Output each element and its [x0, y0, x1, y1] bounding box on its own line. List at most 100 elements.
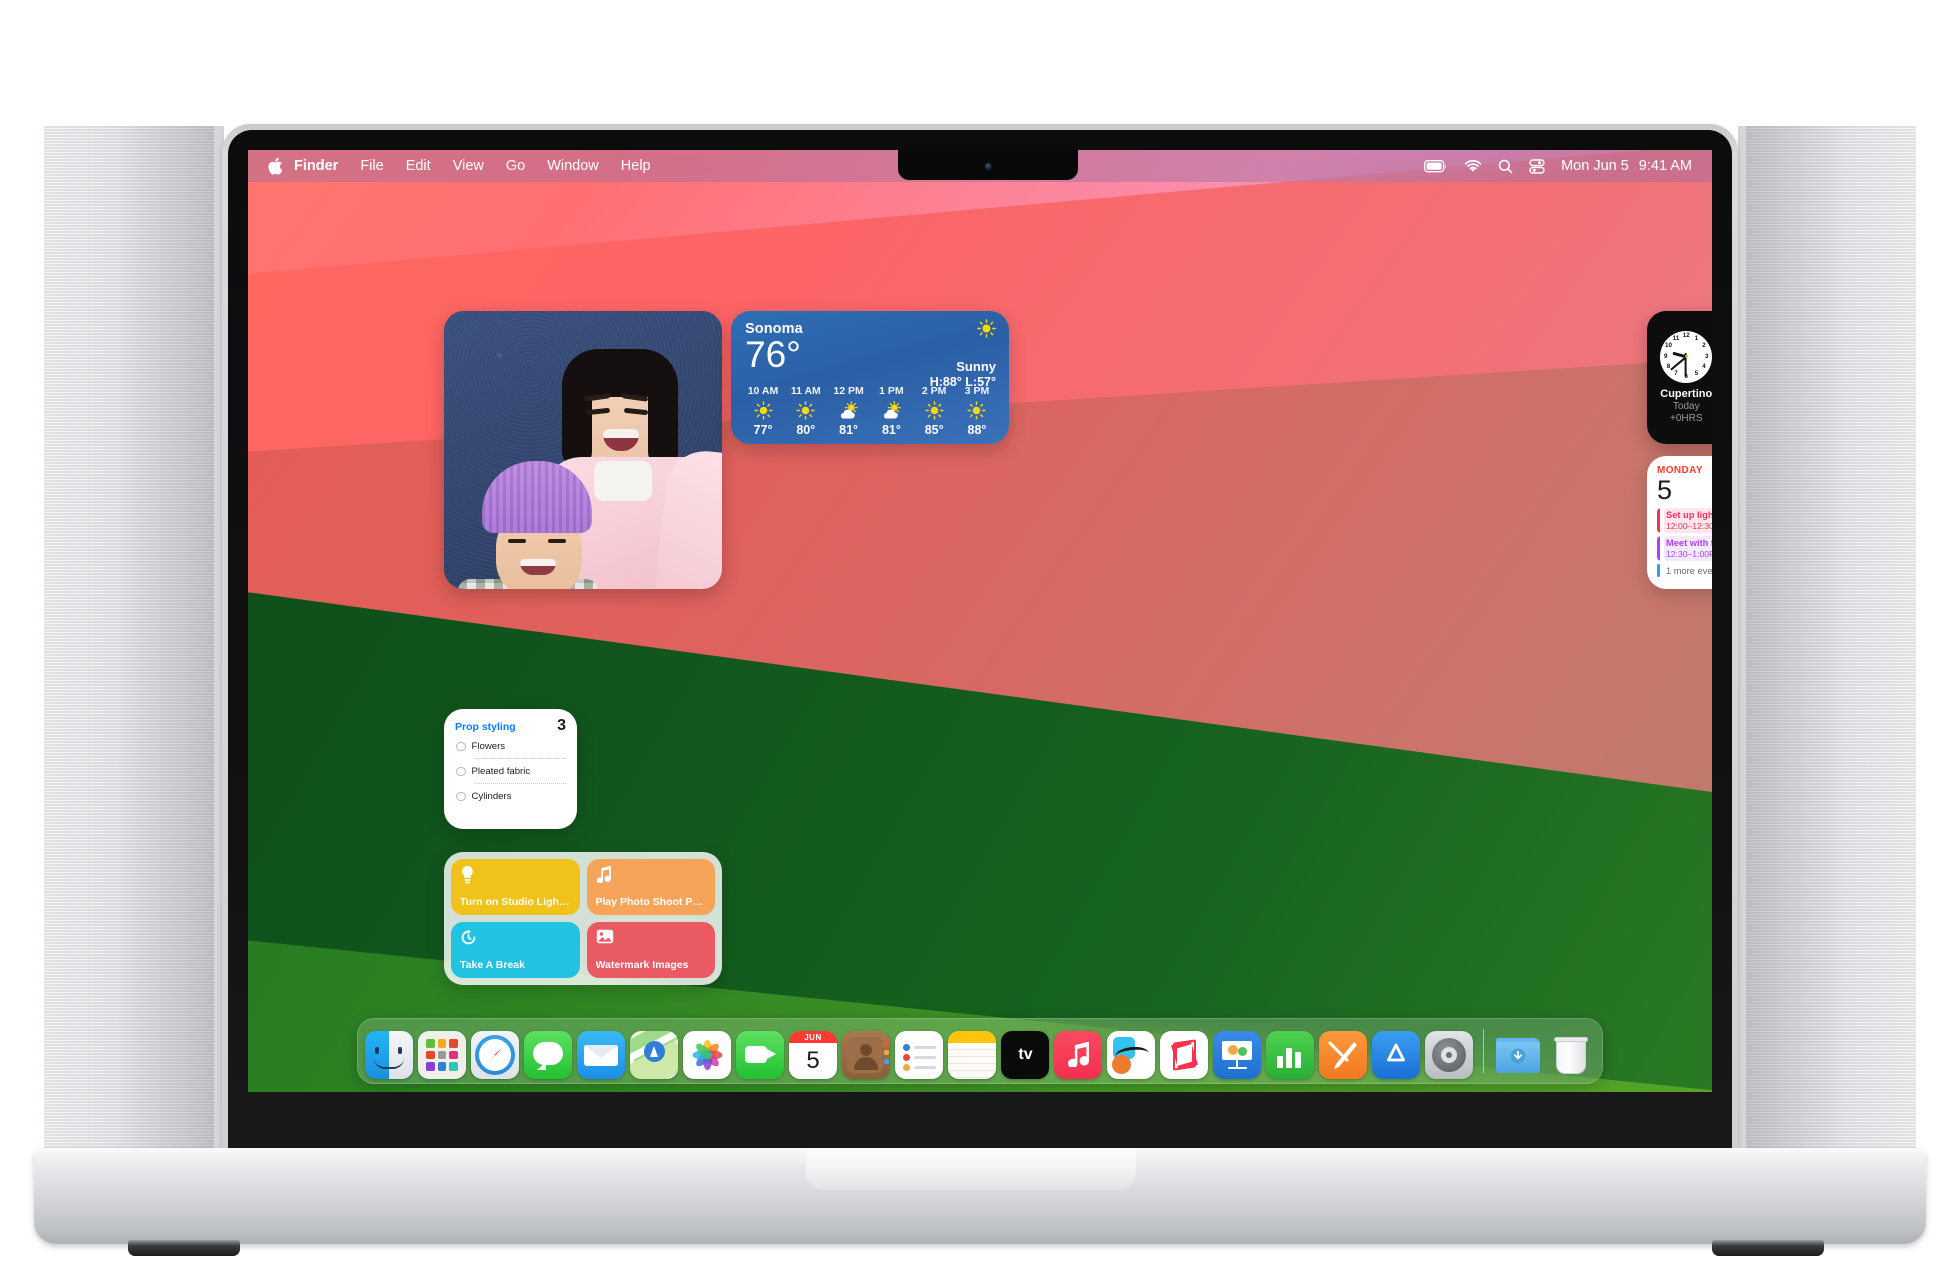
reminder-checkbox[interactable] — [456, 766, 466, 777]
reminder-checkbox[interactable] — [456, 791, 466, 802]
dock-app-news[interactable] — [1160, 1031, 1208, 1079]
dock-separator — [1483, 1029, 1484, 1073]
partly-cloudy-icon — [829, 399, 869, 421]
lid-shadow-left — [114, 126, 224, 1158]
calendar-day-number: 5 — [1657, 475, 1673, 505]
dock-app-photos[interactable] — [683, 1031, 731, 1079]
clock-day: Today — [1672, 400, 1700, 412]
shortcut-label: Take A Break — [460, 959, 525, 971]
world-clock-widget[interactable]: 123456789101112 CupertinoToday+0HRS123456… — [1647, 311, 1712, 444]
desktop-screen: Finder File Edit View Go Window Help Mon… — [248, 150, 1712, 1092]
menu-item-edit[interactable]: Edit — [395, 150, 442, 182]
dock-app-finder[interactable] — [365, 1031, 413, 1079]
dock-app-systemsettings[interactable] — [1425, 1031, 1473, 1079]
weather-hour-1: 11 AM 80° — [786, 385, 826, 437]
timer-icon — [460, 929, 571, 949]
reminder-checkbox[interactable] — [456, 741, 466, 752]
dock-app-messages[interactable] — [524, 1031, 572, 1079]
menu-item-go[interactable]: Go — [495, 150, 536, 182]
dock-app-maps[interactable] — [630, 1031, 678, 1079]
weather-hour-time: 2 PM — [921, 385, 947, 397]
weather-widget[interactable]: Sonoma 76° Sunny H:88° L:57° 10 AM 77° 11 … — [731, 311, 1009, 444]
dock-app-safari[interactable] — [471, 1031, 519, 1079]
calendar-event[interactable]: Meet with talent ⭐12:30–1:00PM — [1657, 536, 1712, 561]
dock-app-appletv[interactable]: tv — [1001, 1031, 1049, 1079]
menu-item-finder[interactable]: Finder — [290, 150, 349, 182]
weather-hour-time: 3 PM — [964, 385, 990, 397]
calendar-event-title: Set up lighting 💡 — [1666, 510, 1712, 520]
reminder-label: Flowers — [471, 741, 506, 752]
menu-item-view[interactable]: View — [442, 150, 495, 182]
lightbulb-icon — [460, 866, 571, 887]
weather-hour-temp: 80° — [796, 423, 816, 437]
sun-icon — [957, 399, 997, 421]
dock-app-reminders[interactable] — [895, 1031, 943, 1079]
calendar-event-list: Set up lighting 💡12:00–12:30PM Meet with … — [1657, 508, 1712, 561]
menu-bar-time: 9:41 AM — [1638, 158, 1692, 174]
wifi-icon[interactable] — [1464, 159, 1482, 173]
sun-icon — [786, 399, 826, 421]
clock-offset: +0HRS — [1669, 412, 1703, 424]
dock-app-numbers[interactable] — [1266, 1031, 1314, 1079]
search-icon[interactable] — [1498, 159, 1513, 174]
shortcut-tile-3[interactable]: Watermark Images — [586, 922, 715, 978]
weather-hourly-forecast: 10 AM 77° 11 AM 80° 12 PM 81° 1 PM 81° 2 PM 85° 3 … — [731, 381, 1009, 444]
calendar-more-events[interactable]: 1 more event — [1664, 565, 1712, 576]
dock-item-trash[interactable] — [1547, 1031, 1595, 1079]
weather-condition: Sunny — [956, 359, 996, 374]
shortcut-tile-1[interactable]: Play Photo Shoot P… — [586, 859, 715, 915]
photo-image — [444, 311, 722, 589]
weather-hour-3: 1 PM 81° — [871, 385, 911, 437]
reminder-item[interactable]: Cylinders — [455, 784, 566, 802]
control-center-icon[interactable] — [1529, 158, 1545, 174]
dock-app-keynote[interactable] — [1213, 1031, 1261, 1079]
reminder-item[interactable]: Flowers — [455, 734, 566, 759]
reminder-item[interactable]: Pleated fabric — [455, 759, 566, 784]
photos-widget[interactable] — [444, 311, 722, 589]
shortcut-label: Turn on Studio Ligh… — [460, 896, 570, 908]
dock-item-downloads[interactable] — [1494, 1031, 1542, 1079]
dock-app-notes[interactable] — [948, 1031, 996, 1079]
weather-hour-4: 2 PM 85° — [914, 385, 954, 437]
dock-app-mail[interactable] — [577, 1031, 625, 1079]
reminders-widget[interactable]: Prop styling 3 Flowers Pleated fabric Cyli… — [444, 709, 577, 829]
partly-cloudy-icon — [871, 399, 911, 421]
shortcut-tile-0[interactable]: Turn on Studio Ligh… — [451, 859, 580, 915]
dock-app-pages[interactable] — [1319, 1031, 1367, 1079]
dock-app-facetime[interactable] — [736, 1031, 784, 1079]
world-clock-cupertino[interactable]: 123456789101112 CupertinoToday+0HRS — [1654, 330, 1712, 425]
weather-hour-temp: 88° — [967, 423, 987, 437]
sun-icon — [743, 399, 783, 421]
menu-bar-date: Mon Jun 5 — [1561, 158, 1629, 174]
calendar-event-title: Meet with talent ⭐ — [1666, 538, 1712, 548]
dock-app-calendar[interactable]: JUN 5 — [789, 1031, 837, 1079]
weather-hour-5: 3 PM 88° — [957, 385, 997, 437]
lid-shadow-right — [1738, 126, 1848, 1158]
photo-icon — [596, 929, 707, 947]
dock-app-launchpad[interactable] — [418, 1031, 466, 1079]
dock-app-contacts[interactable] — [842, 1031, 890, 1079]
weather-hour-temp: 81° — [881, 423, 901, 437]
dock-app-appstore[interactable] — [1372, 1031, 1420, 1079]
dock-app-music[interactable] — [1054, 1031, 1102, 1079]
menu-bar-clock[interactable]: Mon Jun 5 9:41 AM — [1561, 158, 1692, 174]
apple-logo-icon[interactable] — [260, 157, 290, 175]
menu-item-file[interactable]: File — [349, 150, 394, 182]
calendar-event[interactable]: Set up lighting 💡12:00–12:30PM — [1657, 508, 1712, 533]
dock[interactable]: JUN 5 tv — [357, 1018, 1603, 1084]
weather-hour-0: 10 AM 77° — [743, 385, 783, 437]
laptop-base-cutout — [806, 1148, 1136, 1190]
dock-app-freeform[interactable] — [1107, 1031, 1155, 1079]
shortcuts-widget[interactable]: Turn on Studio Ligh… Play Photo Shoot P… T… — [444, 852, 722, 985]
weather-hour-temp: 77° — [753, 423, 773, 437]
reminders-list-title: Prop styling — [455, 721, 516, 733]
weather-hour-time: 11 AM — [790, 385, 821, 397]
reminder-label: Pleated fabric — [471, 766, 531, 777]
calendar-widget[interactable]: MONDAY 5 Set up lighting 💡12:00–12:30PMM… — [1647, 456, 1712, 589]
reminder-label: Cylinders — [471, 791, 512, 802]
sun-icon — [914, 399, 954, 421]
shortcut-tile-2[interactable]: Take A Break — [451, 922, 580, 978]
menu-item-help[interactable]: Help — [610, 150, 662, 182]
menu-item-window[interactable]: Window — [536, 150, 610, 182]
battery-icon[interactable] — [1424, 159, 1448, 173]
